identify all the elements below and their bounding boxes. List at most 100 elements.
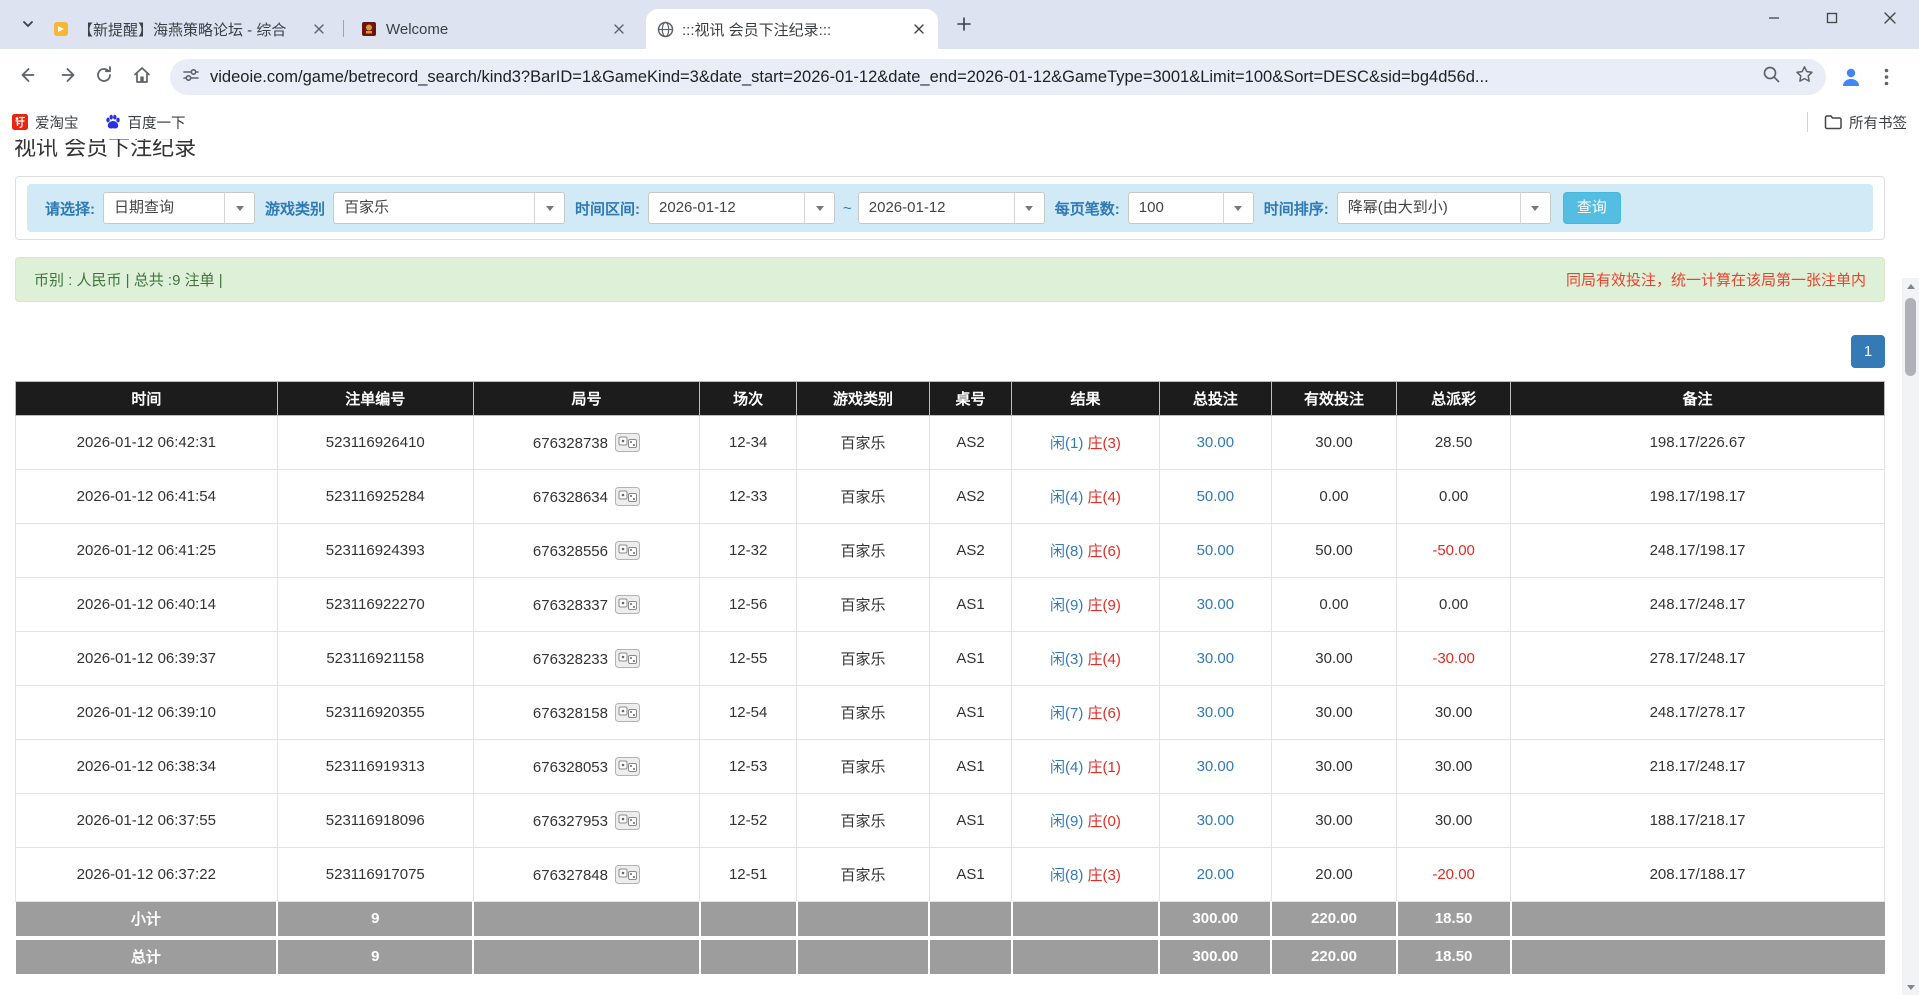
round-replay-icon[interactable] — [615, 541, 640, 560]
cell-total-bet: 30.00 — [1159, 794, 1271, 848]
round-no-text: 676328053 — [533, 759, 608, 776]
cell-result: 闲(9) 庄(0) — [1012, 794, 1160, 848]
select-type-label: 请选择: — [45, 198, 95, 219]
tab-search-button[interactable] — [14, 12, 42, 40]
back-button[interactable] — [10, 59, 46, 95]
cell-total-bet: 50.00 — [1159, 524, 1271, 578]
forward-button[interactable] — [48, 59, 84, 95]
date-end-select[interactable]: 2026-01-12 — [858, 192, 1045, 224]
close-window-button[interactable] — [1861, 0, 1919, 40]
time-sort-label: 时间排序: — [1264, 198, 1329, 219]
cell-game: 百家乐 — [797, 578, 930, 632]
tab-welcome[interactable]: Welcome — [350, 9, 638, 49]
table-row: 2026-01-12 06:37:22523116917075676327848… — [16, 848, 1885, 902]
close-icon[interactable] — [610, 20, 628, 38]
column-header: 注单编号 — [277, 382, 473, 416]
address-bar[interactable]: videoie.com/game/betrecord_search/kind3?… — [170, 59, 1826, 95]
date-start-select[interactable]: 2026-01-12 — [648, 192, 835, 224]
home-button[interactable] — [124, 59, 160, 95]
close-icon[interactable] — [310, 20, 328, 38]
maximize-button[interactable] — [1803, 0, 1861, 40]
cell-note: 278.17/248.17 — [1511, 632, 1885, 686]
header-row: 时间注单编号局号场次游戏类别桌号结果总投注有效投注总派彩备注 — [16, 382, 1885, 416]
query-type-select[interactable]: 日期查询 — [103, 192, 255, 224]
minimize-button[interactable] — [1745, 0, 1803, 40]
chevron-down-icon[interactable] — [1520, 193, 1550, 223]
zoom-icon[interactable] — [1762, 65, 1781, 89]
cell-game: 百家乐 — [797, 740, 930, 794]
cell-time: 2026-01-12 06:42:31 — [16, 416, 278, 470]
cell-valid-bet: 30.00 — [1271, 632, 1396, 686]
new-tab-button[interactable] — [951, 13, 977, 39]
cell-result: 闲(8) 庄(3) — [1012, 848, 1160, 902]
url-text[interactable]: videoie.com/game/betrecord_search/kind3?… — [210, 68, 1752, 87]
round-replay-icon[interactable] — [615, 433, 640, 452]
total-bet-link[interactable]: 30.00 — [1197, 596, 1235, 613]
pagination-page-1[interactable]: 1 — [1851, 335, 1885, 368]
summary-bar: 币别 : 人民币 | 总共 :9 注单 | 同局有效投注，统一计算在该局第一张注… — [15, 257, 1885, 302]
cell-table-no: AS1 — [929, 848, 1011, 902]
cell-payout: -50.00 — [1397, 524, 1511, 578]
cell-game: 百家乐 — [797, 524, 930, 578]
bookmark-taobao[interactable]: 爱淘宝 — [12, 112, 79, 133]
total-bet-link[interactable]: 20.00 — [1197, 866, 1235, 883]
close-icon[interactable] — [910, 20, 928, 38]
cell-table-no: AS1 — [929, 740, 1011, 794]
per-page-select[interactable]: 100 — [1128, 192, 1254, 224]
column-header: 结果 — [1012, 382, 1160, 416]
time-sort-select[interactable]: 降幂(由大到小) — [1337, 192, 1551, 224]
total-bet-link[interactable]: 50.00 — [1197, 542, 1235, 559]
round-replay-icon[interactable] — [615, 811, 640, 830]
menu-kebab-icon[interactable] — [1868, 59, 1904, 95]
site-info-icon[interactable] — [182, 66, 200, 89]
round-replay-icon[interactable] — [615, 865, 640, 884]
total-bet-link[interactable]: 30.00 — [1197, 434, 1235, 451]
bookmark-star-icon[interactable] — [1795, 65, 1814, 89]
footer-empty — [797, 902, 930, 938]
tab-separator — [343, 20, 344, 37]
cell-session: 12-51 — [700, 848, 797, 902]
total-bet-link[interactable]: 30.00 — [1197, 758, 1235, 775]
result-banker: 庄(3) — [1088, 867, 1121, 884]
scroll-up-icon[interactable] — [1902, 278, 1919, 294]
page-scrollbar[interactable] — [1902, 278, 1919, 995]
round-replay-icon[interactable] — [615, 757, 640, 776]
round-no-text: 676328738 — [533, 435, 608, 452]
scrollbar-thumb[interactable] — [1905, 298, 1916, 376]
game-category-select[interactable]: 百家乐 — [333, 192, 565, 224]
footer-empty — [700, 902, 797, 938]
total-bet-link[interactable]: 30.00 — [1197, 650, 1235, 667]
cell-session: 12-33 — [700, 470, 797, 524]
tab-forum[interactable]: 【新提醒】海燕策略论坛 - 综合 — [42, 9, 338, 49]
cell-session: 12-54 — [700, 686, 797, 740]
tab-bet-record[interactable]: :::视讯 会员下注纪录::: — [646, 9, 938, 49]
bookmark-label: 爱淘宝 — [35, 112, 79, 133]
profile-avatar[interactable] — [1834, 60, 1868, 94]
search-button[interactable]: 查询 — [1563, 192, 1621, 224]
cell-session: 12-56 — [700, 578, 797, 632]
total-bet-link[interactable]: 30.00 — [1197, 812, 1235, 829]
reload-button[interactable] — [86, 59, 122, 95]
round-replay-icon[interactable] — [615, 649, 640, 668]
range-tilde: ~ — [843, 200, 852, 217]
result-player: 闲(3) — [1050, 651, 1083, 668]
bookmark-baidu[interactable]: 百度一下 — [105, 112, 186, 133]
all-bookmarks-button[interactable]: 所有书签 — [1824, 112, 1907, 133]
round-replay-icon[interactable] — [615, 595, 640, 614]
chevron-down-icon[interactable] — [224, 193, 254, 223]
chevron-down-icon[interactable] — [1014, 193, 1044, 223]
chevron-down-icon[interactable] — [804, 193, 834, 223]
total-bet-link[interactable]: 50.00 — [1197, 488, 1235, 505]
cell-time: 2026-01-12 06:37:55 — [16, 794, 278, 848]
chevron-down-icon[interactable] — [534, 193, 564, 223]
toolbar-right — [1834, 59, 1906, 95]
cell-valid-bet: 30.00 — [1271, 794, 1396, 848]
round-replay-icon[interactable] — [615, 487, 640, 506]
scroll-down-icon[interactable] — [1902, 979, 1919, 995]
date-start-value: 2026-01-12 — [649, 193, 804, 223]
total-bet-link[interactable]: 30.00 — [1197, 704, 1235, 721]
column-header: 有效投注 — [1271, 382, 1396, 416]
round-replay-icon[interactable] — [615, 703, 640, 722]
bookmarks-right: 所有书签 — [1807, 112, 1907, 133]
chevron-down-icon[interactable] — [1223, 193, 1253, 223]
